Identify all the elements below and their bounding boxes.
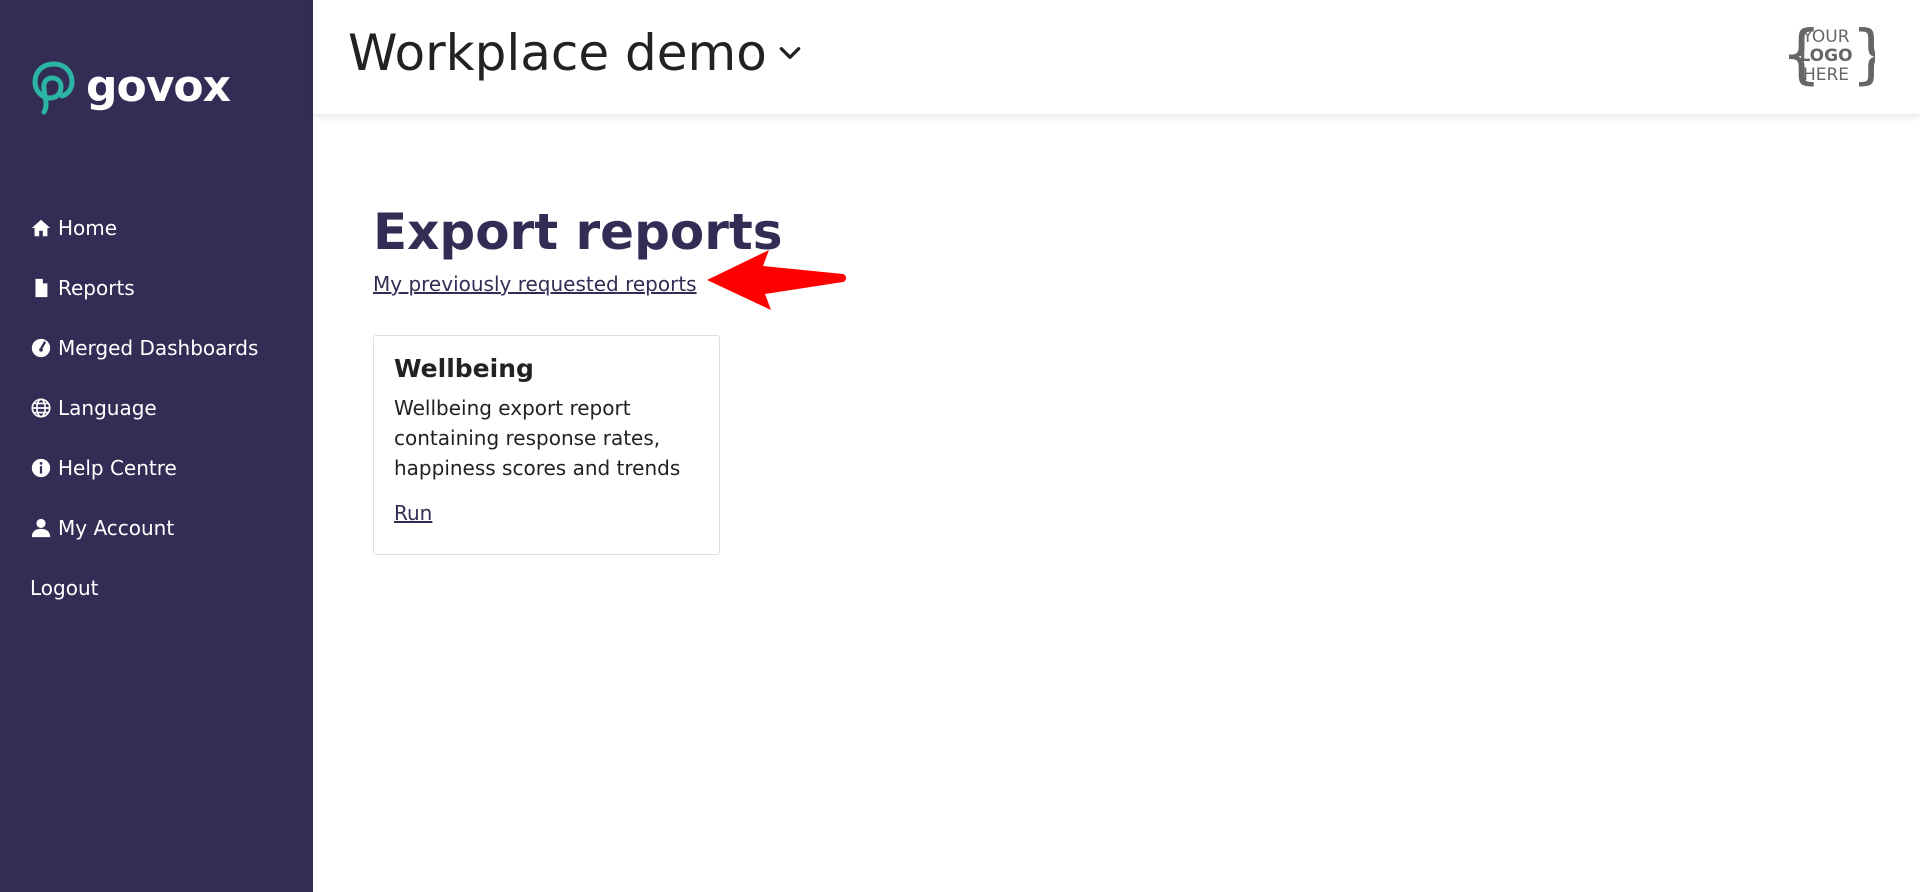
- globe-icon: [30, 397, 52, 419]
- red-arrow-icon: [707, 250, 846, 310]
- document-icon: [30, 277, 52, 299]
- sidebar-item-label: Language: [58, 396, 157, 420]
- govox-logo-icon: [32, 61, 75, 115]
- info-icon: [30, 457, 52, 479]
- sidebar-item-label: Reports: [58, 276, 135, 300]
- svg-text:HERE: HERE: [1803, 65, 1849, 85]
- svg-text:}: }: [1851, 20, 1875, 92]
- workspace-name: Workplace demo: [348, 24, 767, 82]
- sidebar-item-label: Logout: [30, 576, 99, 600]
- sidebar-item-logout[interactable]: Logout: [30, 558, 258, 618]
- sidebar: govox Home Reports Merged Dashboards Lan…: [0, 0, 313, 892]
- user-icon: [30, 517, 52, 539]
- run-report-link[interactable]: Run: [394, 501, 432, 525]
- sidebar-item-label: Merged Dashboards: [58, 336, 259, 360]
- sidebar-item-label: Home: [58, 216, 118, 240]
- sidebar-item-help-centre[interactable]: Help Centre: [30, 438, 258, 498]
- card-description: Wellbeing export report containing respo…: [394, 396, 681, 480]
- chevron-down-icon: [779, 47, 801, 59]
- report-card-wellbeing: Wellbeing Wellbeing export report contai…: [373, 335, 720, 555]
- workspace-selector[interactable]: Workplace demo: [348, 24, 803, 82]
- previous-reports-link[interactable]: My previously requested reports: [373, 272, 697, 296]
- sidebar-item-label: Help Centre: [58, 456, 177, 480]
- sidebar-item-language[interactable]: Language: [30, 378, 258, 438]
- svg-text:YOUR: YOUR: [1801, 27, 1849, 47]
- home-icon: [30, 217, 52, 239]
- sidebar-item-label: My Account: [58, 516, 175, 540]
- svg-text:LOGO: LOGO: [1799, 46, 1852, 66]
- card-title: Wellbeing: [394, 354, 534, 383]
- sidebar-nav: Home Reports Merged Dashboards Language …: [30, 198, 258, 618]
- brand-name: govox: [86, 61, 231, 112]
- sidebar-item-reports[interactable]: Reports: [30, 258, 258, 318]
- top-header: Workplace demo { } YOUR LOGO HERE: [313, 0, 1920, 115]
- your-logo-here-logo: { } YOUR LOGO HERE: [1781, 20, 1875, 92]
- sidebar-item-merged-dashboards[interactable]: Merged Dashboards: [30, 318, 258, 378]
- govox-logo[interactable]: govox: [30, 58, 231, 116]
- gauge-icon: [30, 337, 52, 359]
- sidebar-item-home[interactable]: Home: [30, 198, 258, 258]
- sidebar-item-my-account[interactable]: My Account: [30, 498, 258, 558]
